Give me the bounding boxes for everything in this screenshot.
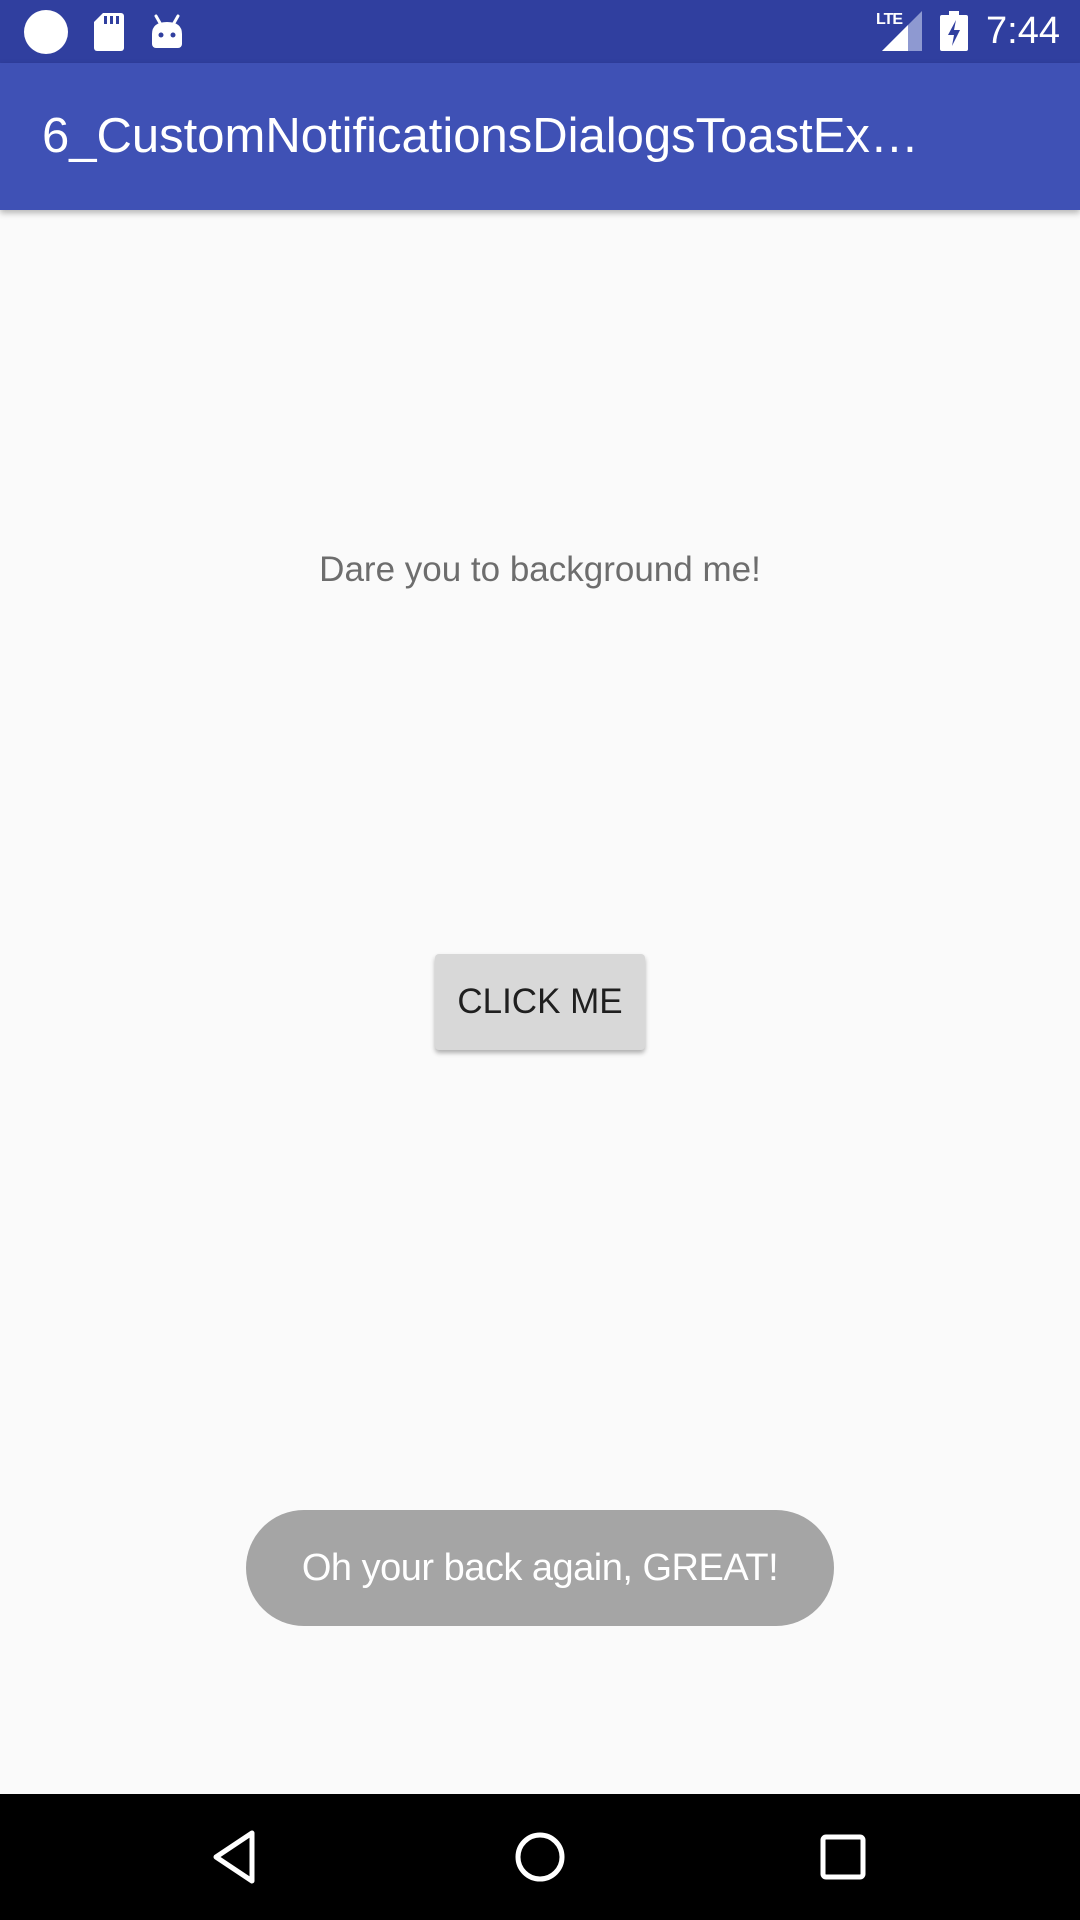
message-text: Dare you to background me! <box>319 550 761 589</box>
navigation-bar <box>0 1794 1080 1920</box>
status-bar-right: LTE 7:44 <box>876 8 1060 54</box>
battery-charging-icon <box>940 11 969 51</box>
status-bar: LTE 7:44 <box>0 0 1080 63</box>
back-icon[interactable] <box>204 1825 268 1889</box>
toast: Oh your back again, GREAT! <box>246 1510 834 1626</box>
toast-text: Oh your back again, GREAT! <box>301 1546 779 1589</box>
status-time: 7:44 <box>986 9 1060 52</box>
app-title: 6_CustomNotificationsDialogsToastEx… <box>42 109 919 163</box>
status-bar-left <box>24 10 184 54</box>
android-icon <box>152 14 182 48</box>
network-indicator: LTE <box>876 11 923 51</box>
signal-icon <box>882 11 923 51</box>
recents-icon[interactable] <box>811 1825 875 1889</box>
home-icon[interactable] <box>508 1825 572 1889</box>
main-content: Dare you to background me! CLICK ME Oh y… <box>0 210 1080 1794</box>
sd-card-icon <box>94 13 124 51</box>
app-bar: 6_CustomNotificationsDialogsToastEx… <box>0 63 1080 210</box>
click-me-button[interactable]: CLICK ME <box>435 954 645 1050</box>
circle-icon <box>24 10 68 54</box>
